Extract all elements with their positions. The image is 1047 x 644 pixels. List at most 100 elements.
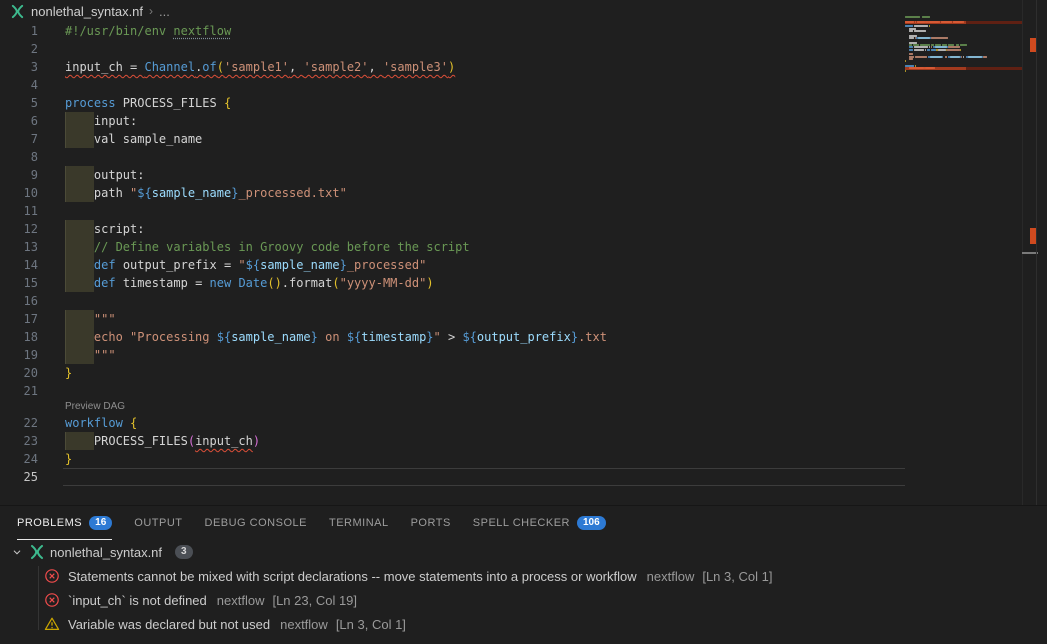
problem-location: [Ln 23, Col 19] (272, 593, 357, 608)
code-text[interactable]: workflow { (65, 414, 137, 432)
line-number[interactable]: 9 (0, 166, 38, 184)
code-line[interactable]: 18 echo "Processing ${sample_name} on ${… (0, 328, 905, 346)
code-text[interactable]: } (65, 450, 72, 468)
line-number[interactable]: 22 (0, 414, 38, 432)
code-line[interactable]: 11 (0, 202, 905, 220)
code-text[interactable]: echo "Processing ${sample_name} on ${tim… (65, 328, 607, 346)
code-text[interactable]: // Define variables in Groovy code befor… (65, 238, 470, 256)
code-text[interactable]: } (65, 364, 72, 382)
code-text[interactable]: path "${sample_name}_processed.txt" (65, 184, 347, 202)
problems-file-group[interactable]: nonlethal_syntax.nf 3 (0, 540, 1047, 564)
line-number[interactable]: 18 (0, 328, 38, 346)
panel-tab-spell-checker[interactable]: SPELL CHECKER106 (473, 507, 606, 540)
tab-label: OUTPUT (134, 517, 182, 529)
line-number[interactable]: 7 (0, 130, 38, 148)
panel-tabs: PROBLEMS16 OUTPUT DEBUG CONSOLE TERMINAL POR… (0, 506, 1047, 540)
error-icon (44, 592, 60, 608)
breadcrumb-ellipsis[interactable]: ... (159, 4, 170, 19)
problem-row[interactable]: `input_ch` is not definednextflow[Ln 23,… (0, 588, 1047, 612)
code-line[interactable]: 4 (0, 76, 905, 94)
line-number[interactable]: 15 (0, 274, 38, 292)
line-number[interactable]: 4 (0, 76, 38, 94)
line-number[interactable]: 16 (0, 292, 38, 310)
minimap[interactable] (905, 0, 1022, 505)
code-line[interactable]: 14 def output_prefix = "${sample_name}_p… (0, 256, 905, 274)
code-line[interactable]: 8 (0, 148, 905, 166)
code-line[interactable]: 20} (0, 364, 905, 382)
line-number[interactable]: 25 (0, 468, 38, 486)
code-line[interactable]: 5 process PROCESS_FILES { (0, 94, 905, 112)
editor-border (1036, 0, 1037, 505)
line-number[interactable]: 10 (0, 184, 38, 202)
line-number[interactable]: 23 (0, 432, 38, 450)
code-text[interactable]: """ (65, 310, 116, 328)
code-text[interactable]: input: (65, 112, 137, 130)
code-line[interactable]: 22 workflow { (0, 414, 905, 432)
panel-tab-output[interactable]: OUTPUT (134, 507, 182, 540)
code-text[interactable]: output: (65, 166, 144, 184)
line-number[interactable]: 12 (0, 220, 38, 238)
line-number[interactable]: 20 (0, 364, 38, 382)
code-line[interactable]: 10 path "${sample_name}_processed.txt" (0, 184, 905, 202)
line-number[interactable]: 21 (0, 382, 38, 400)
line-number[interactable]: 5 (0, 94, 38, 112)
line-number[interactable]: 8 (0, 148, 38, 166)
tab-label: TERMINAL (329, 517, 389, 529)
code-line[interactable]: 17 """ (0, 310, 905, 328)
code-line[interactable]: 3 input_ch = Channel.of('sample1', 'sampl… (0, 58, 905, 76)
code-text[interactable]: def timestamp = new Date().format("yyyy-… (65, 274, 434, 292)
code-line[interactable]: 25 (0, 468, 905, 486)
code-text[interactable]: """ (65, 346, 116, 364)
panel-tab-problems[interactable]: PROBLEMS16 (17, 507, 112, 540)
bottom-panel: PROBLEMS16 OUTPUT DEBUG CONSOLE TERMINAL POR… (0, 505, 1047, 644)
line-number[interactable]: 11 (0, 202, 38, 220)
code-line[interactable]: 16 (0, 292, 905, 310)
line-number[interactable]: 1 (0, 22, 38, 40)
line-number[interactable]: 2 (0, 40, 38, 58)
line-number[interactable]: 13 (0, 238, 38, 256)
panel-tab-ports[interactable]: PORTS (411, 507, 451, 540)
code-line[interactable]: 2 (0, 40, 905, 58)
codelens-preview-dag[interactable]: Preview DAG (0, 400, 905, 414)
code-text[interactable]: input_ch = Channel.of('sample1', 'sample… (65, 58, 455, 76)
tab-label: DEBUG CONSOLE (205, 517, 307, 529)
code-text[interactable]: process PROCESS_FILES { (65, 94, 231, 112)
problem-row[interactable]: Variable was declared but not usednextfl… (0, 612, 1047, 636)
code-line[interactable]: 19 """ (0, 346, 905, 364)
code-editor[interactable]: 1 #!/usr/bin/env nextflow 23 input_ch = Cha… (0, 22, 905, 486)
current-line-highlight (63, 468, 905, 486)
code-text[interactable]: PROCESS_FILES(input_ch) (65, 432, 260, 450)
code-text[interactable]: script: (65, 220, 144, 238)
code-line[interactable]: 13 // Define variables in Groovy code be… (0, 238, 905, 256)
code-line[interactable]: 6 input: (0, 112, 905, 130)
line-number[interactable]: 6 (0, 112, 38, 130)
code-line[interactable]: 23 PROCESS_FILES(input_ch) (0, 432, 905, 450)
line-number[interactable]: 17 (0, 310, 38, 328)
problem-message: Statements cannot be mixed with script d… (68, 569, 637, 584)
code-line[interactable]: 7 val sample_name (0, 130, 905, 148)
breadcrumb-file[interactable]: nonlethal_syntax.nf (31, 4, 143, 19)
panel-tab-debug-console[interactable]: DEBUG CONSOLE (205, 507, 307, 540)
code-text[interactable]: def output_prefix = "${sample_name}_proc… (65, 256, 426, 274)
tab-label: PORTS (411, 517, 451, 529)
code-line[interactable]: 1 #!/usr/bin/env nextflow (0, 22, 905, 40)
line-number[interactable]: 24 (0, 450, 38, 468)
code-line[interactable]: 12 script: (0, 220, 905, 238)
chevron-down-icon[interactable] (10, 545, 24, 559)
code-text[interactable]: val sample_name (65, 130, 202, 148)
code-line[interactable]: 15 def timestamp = new Date().format("yy… (0, 274, 905, 292)
problems-file-name: nonlethal_syntax.nf (50, 545, 162, 560)
line-number[interactable]: 3 (0, 58, 38, 76)
code-line[interactable]: 21 (0, 382, 905, 400)
code-line[interactable]: 24} (0, 450, 905, 468)
code-text[interactable]: #!/usr/bin/env nextflow (65, 22, 231, 40)
tab-count-badge: 16 (89, 516, 112, 530)
line-number[interactable]: 14 (0, 256, 38, 274)
warning-icon (44, 616, 60, 632)
panel-tab-terminal[interactable]: TERMINAL (329, 507, 389, 540)
nextflow-icon (29, 544, 45, 560)
code-line[interactable]: 9 output: (0, 166, 905, 184)
line-number[interactable]: 19 (0, 346, 38, 364)
error-icon (44, 568, 60, 584)
problem-row[interactable]: Statements cannot be mixed with script d… (0, 564, 1047, 588)
